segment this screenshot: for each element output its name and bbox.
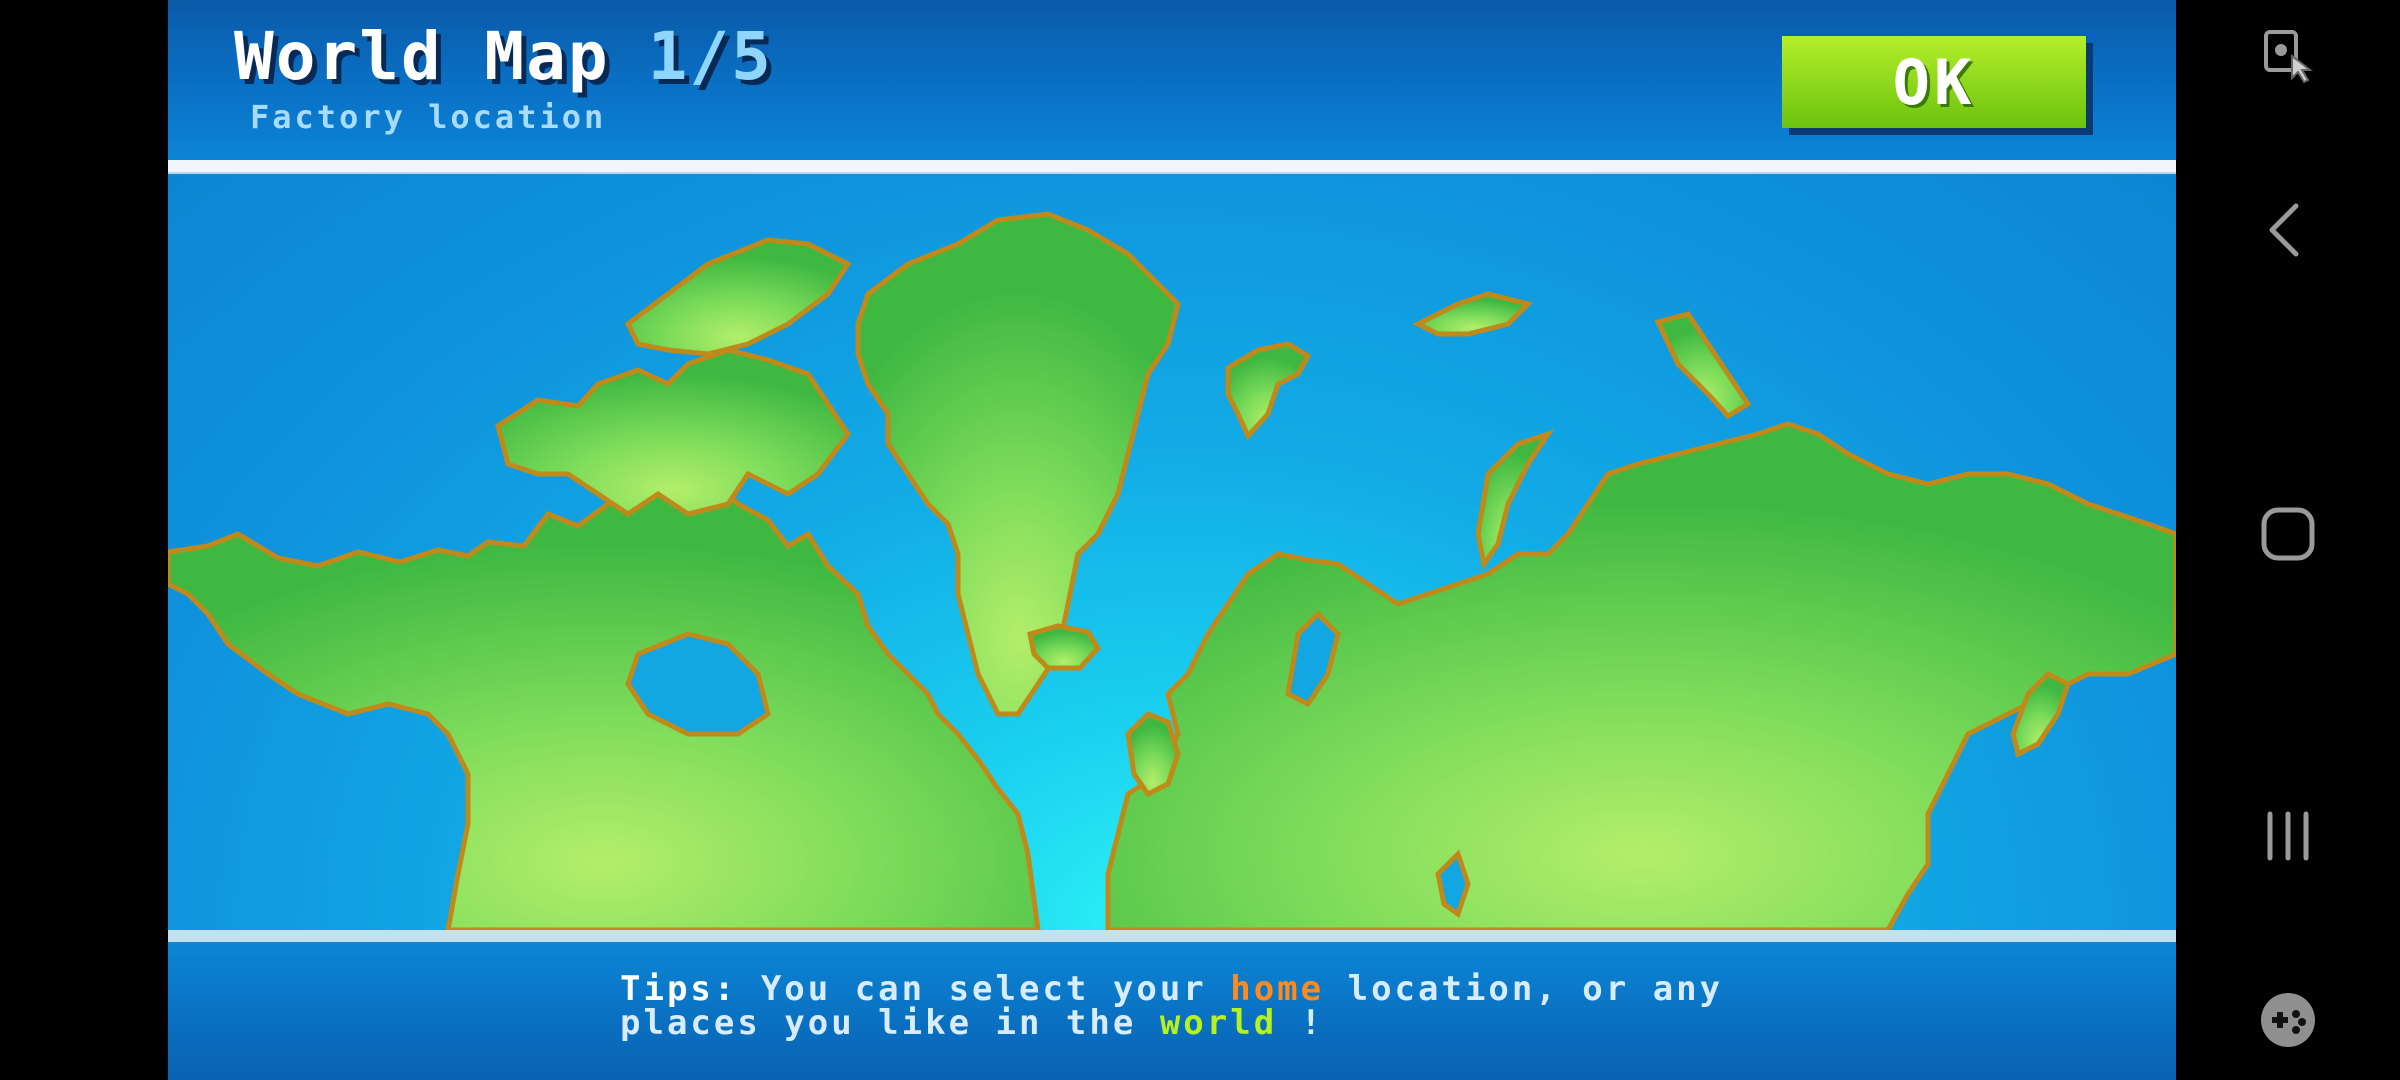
eurasia-land	[1105, 421, 2176, 930]
world-map[interactable]	[168, 174, 2176, 930]
game-launcher-icon[interactable]	[2176, 990, 2400, 1050]
franz-josef-land	[1412, 291, 1533, 337]
header-divider	[168, 160, 2176, 174]
tips-text: Tips: You can select your home location,…	[620, 972, 1723, 1040]
arctic-island	[624, 237, 852, 357]
arctic-islands	[495, 347, 852, 518]
step-counter: 1/5	[647, 18, 773, 95]
world-map-graphic[interactable]	[168, 174, 2176, 930]
tips-text-part: location, or any	[1324, 969, 1724, 1009]
header-bar: World Map 1/5 Factory location OK	[168, 0, 2176, 160]
ok-button[interactable]: OK	[1782, 36, 2086, 128]
tips-text-part: !	[1277, 1003, 1325, 1043]
tips-world-highlight: world	[1159, 1003, 1278, 1043]
android-nav-bar	[2176, 0, 2400, 1080]
britain-land	[1125, 711, 1181, 798]
tips-text-part: places you like in the	[620, 1003, 1160, 1043]
recents-icon[interactable]	[2176, 806, 2400, 866]
novaya-zemlya	[1475, 429, 1555, 571]
severnaya-zemlya	[1654, 311, 1752, 420]
home-icon[interactable]	[2176, 504, 2400, 564]
subtitle: Factory location	[250, 98, 607, 136]
greenland-land	[855, 211, 1181, 717]
title-text: World Map	[234, 18, 610, 95]
svalbard-land	[1225, 341, 1312, 441]
iceland-land	[1027, 623, 1102, 671]
tips-bar: Tips: You can select your home location,…	[168, 942, 2176, 1080]
game-screen: World Map 1/5 Factory location OK Tips: …	[168, 0, 2176, 1080]
north-america-land	[168, 470, 1041, 930]
page-title: World Map 1/5	[234, 18, 773, 95]
back-icon[interactable]	[2176, 200, 2400, 260]
screen-pin-icon[interactable]	[2176, 26, 2400, 86]
footer-divider	[168, 930, 2176, 942]
